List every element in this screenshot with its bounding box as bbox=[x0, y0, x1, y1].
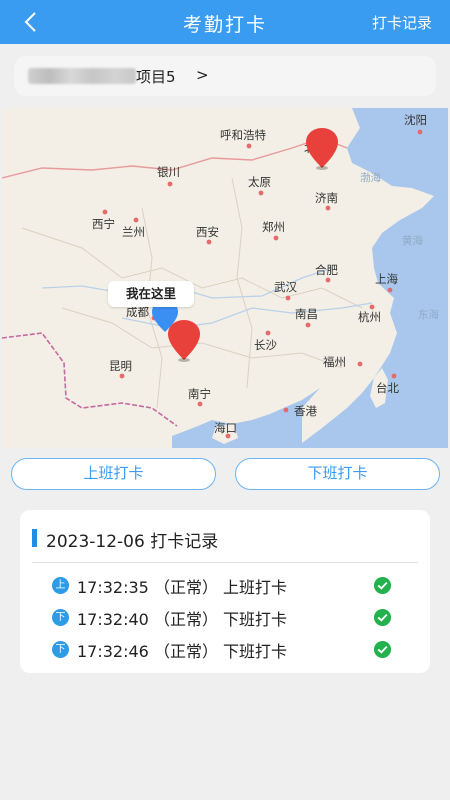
check-circle-icon bbox=[373, 640, 392, 659]
record-row: 上 17:32:35 （正常） 上班打卡 bbox=[52, 574, 402, 598]
svg-text:沈阳: 沈阳 bbox=[404, 113, 427, 127]
redacted-project-prefix bbox=[28, 68, 136, 84]
punch-records-card: 2023-12-06 打卡记录 上 17:32:35 （正常） 上班打卡 下 1… bbox=[20, 510, 430, 673]
record-row: 下 17:32:46 （正常） 下班打卡 bbox=[52, 638, 402, 662]
svg-text:杭州: 杭州 bbox=[358, 310, 381, 324]
svg-text:西宁: 西宁 bbox=[92, 217, 115, 231]
svg-text:太原: 太原 bbox=[248, 175, 271, 189]
punch-history-link[interactable]: 打卡记录 bbox=[372, 12, 432, 33]
svg-text:南宁: 南宁 bbox=[188, 387, 211, 401]
svg-text:西安: 西安 bbox=[196, 225, 219, 239]
svg-text:台北: 台北 bbox=[376, 381, 399, 395]
record-row: 下 17:32:40 （正常） 下班打卡 bbox=[52, 606, 402, 630]
svg-text:银川: 银川 bbox=[157, 165, 180, 179]
svg-text:济南: 济南 bbox=[315, 191, 338, 205]
check-circle-icon bbox=[373, 576, 392, 595]
sea-label-donghai: 东海 bbox=[418, 308, 439, 321]
svg-text:昆明: 昆明 bbox=[109, 359, 132, 373]
svg-text:长沙: 长沙 bbox=[254, 338, 277, 352]
record-text: 17:32:35 （正常） 上班打卡 bbox=[77, 578, 288, 597]
project-name: 项目5 bbox=[136, 68, 176, 86]
svg-text:上海: 上海 bbox=[375, 272, 398, 286]
svg-text:兰州: 兰州 bbox=[122, 225, 145, 239]
record-text: 17:32:46 （正常） 下班打卡 bbox=[77, 642, 288, 661]
svg-text:海口: 海口 bbox=[214, 421, 237, 435]
svg-text:呼和浩特: 呼和浩特 bbox=[220, 128, 266, 142]
svg-text:合肥: 合肥 bbox=[315, 263, 338, 277]
svg-text:香港: 香港 bbox=[294, 404, 317, 418]
svg-text:成都: 成都 bbox=[126, 305, 149, 319]
check-circle-icon bbox=[373, 608, 392, 627]
app-header: 考勤打卡 打卡记录 bbox=[0, 0, 450, 44]
sea-label-bohai: 渤海 bbox=[360, 171, 381, 184]
project-arrow-icon: > bbox=[196, 66, 209, 84]
svg-text:南昌: 南昌 bbox=[295, 307, 318, 321]
project-selector[interactable]: 项目5 > bbox=[14, 56, 436, 96]
sea-label-huanghai: 黄海 bbox=[402, 234, 423, 247]
current-location-label: 我在这里 bbox=[108, 281, 194, 307]
record-text: 17:32:40 （正常） 下班打卡 bbox=[77, 610, 288, 629]
divider bbox=[32, 562, 418, 563]
clock-out-badge-icon: 下 bbox=[52, 641, 69, 658]
clock-out-button[interactable]: 下班打卡 bbox=[235, 458, 440, 490]
clock-in-badge-icon: 上 bbox=[52, 577, 69, 594]
svg-text:福州: 福州 bbox=[323, 355, 346, 369]
location-map[interactable]: 沈阳 呼和浩特 北京 银川 太原 渤海 济南 西宁 兰州 西安 郑州 黄海 合肥… bbox=[2, 108, 448, 448]
svg-text:郑州: 郑州 bbox=[262, 220, 285, 234]
svg-text:武汉: 武汉 bbox=[274, 280, 297, 294]
records-title: 2023-12-06 打卡记录 bbox=[46, 532, 219, 552]
title-accent-bar bbox=[32, 529, 37, 547]
clock-in-button[interactable]: 上班打卡 bbox=[11, 458, 216, 490]
clock-out-badge-icon: 下 bbox=[52, 609, 69, 626]
